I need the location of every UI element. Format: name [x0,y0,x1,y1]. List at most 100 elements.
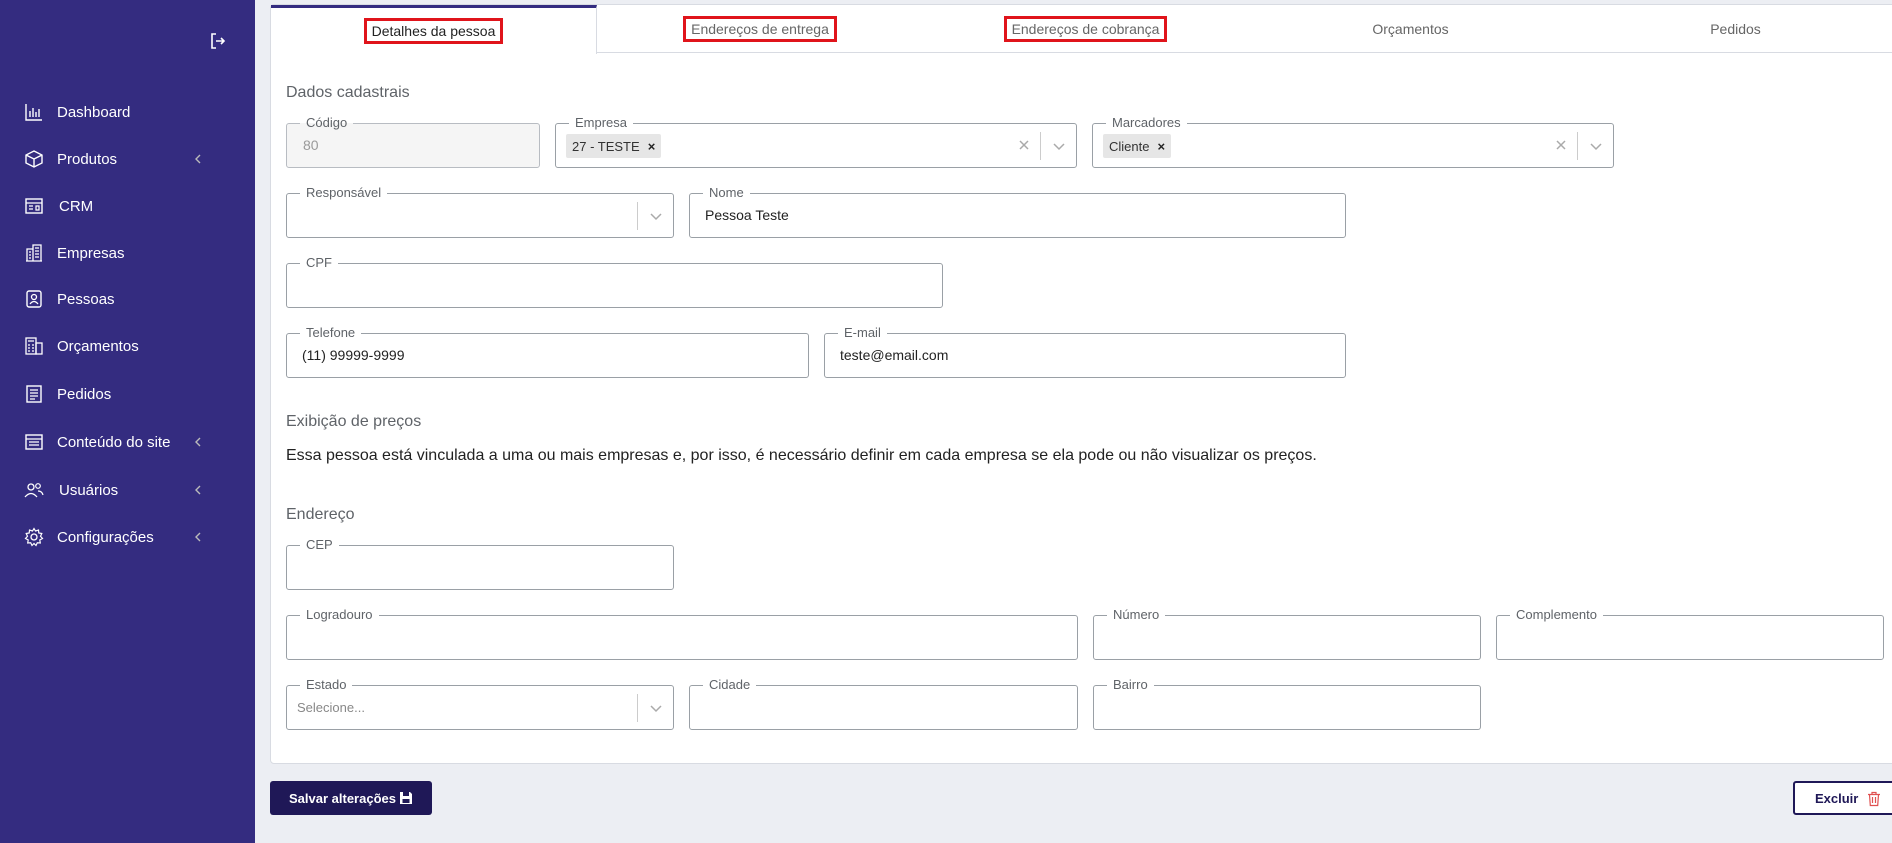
field-label: Bairro [1107,677,1154,693]
field-label: CEP [300,537,339,553]
tab-enderecos-de-entrega[interactable]: Endereços de entrega [597,5,923,53]
cidade-field[interactable]: Cidade [689,677,1078,730]
box-icon [25,150,43,168]
marcador-chip: Cliente × [1103,134,1172,158]
building-icon [26,244,42,262]
section-title-dados-cadastrais: Dados cadastrais [286,84,410,101]
calculator-icon [25,337,43,355]
sidebar-item-usuarios[interactable]: Usuários [0,470,255,510]
tab-enderecos-de-cobranca[interactable]: Endereços de cobrança [923,5,1248,53]
floppy-disk-icon [400,792,412,804]
sidebar-item-crm[interactable]: CRM [0,186,255,226]
person-icon [26,290,42,308]
chevron-left-icon [195,485,201,495]
sidebar-item-dashboard[interactable]: Dashboard [0,92,255,132]
site-icon [25,434,43,450]
clear-icon[interactable] [1553,137,1569,153]
save-button[interactable]: Salvar alterações [270,781,432,815]
cpf-field[interactable]: CPF [286,255,943,308]
delete-button-label: Excluir [1815,790,1859,806]
chart-icon [25,104,42,121]
save-button-label: Salvar alterações [289,790,396,806]
field-label: Logradouro [300,607,379,623]
sidebar-item-label: Empresas [57,244,125,262]
tab-label: Detalhes da pessoa [363,18,504,44]
crm-icon [25,198,43,214]
select-placeholder: Selecione... [297,700,365,715]
chevron-left-icon [195,437,201,447]
sidebar-item-label: CRM [59,197,94,215]
chip-label: Cliente [1109,138,1150,154]
remove-chip-icon[interactable]: × [1157,139,1165,154]
field-value: Pessoa Teste [705,207,789,223]
gear-icon [24,527,44,547]
tab-orcamentos[interactable]: Orçamentos [1248,5,1573,53]
responsavel-select[interactable]: Responsável [286,185,674,238]
chip-label: 27 - TESTE [572,138,640,154]
tab-pedidos[interactable]: Pedidos [1573,5,1892,53]
sidebar-item-pedidos[interactable]: Pedidos [0,374,255,414]
sidebar-item-pessoas[interactable]: Pessoas [0,279,255,319]
sidebar-item-conteudo-do-site[interactable]: Conteúdo do site [0,422,255,462]
person-details-panel: Detalhes da pessoa Endereços de entrega … [270,4,1892,764]
sidebar-item-configuracoes[interactable]: Configurações [0,517,255,557]
field-label: CPF [300,255,338,271]
clear-icon[interactable] [1016,137,1032,153]
field-label: Número [1107,607,1166,623]
sidebar-item-label: Orçamentos [57,337,139,355]
field-value: teste@email.com [840,347,949,363]
numero-field[interactable]: Número [1093,607,1481,660]
sidebar-item-produtos[interactable]: Produtos [0,139,255,179]
field-label: E-mail [838,325,887,341]
users-icon [24,483,44,498]
field-label: Cidade [703,677,757,693]
field-value: 80 [303,137,319,153]
chevron-down-icon[interactable] [649,209,663,223]
empresa-select[interactable]: Empresa 27 - TESTE × [555,115,1077,168]
sidebar-item-label: Pedidos [57,385,112,403]
field-label: Código [300,115,354,131]
chevron-down-icon[interactable] [1589,139,1603,153]
sidebar-item-label: Conteúdo do site [57,433,171,451]
separator [637,694,638,722]
field-label: Empresa [569,115,634,131]
separator [1040,132,1041,160]
tab-label: Pedidos [1710,21,1761,37]
tab-label: Endereços de cobrança [1003,16,1168,42]
field-value: (11) 99999-9999 [302,347,405,363]
cep-field[interactable]: CEP [286,537,674,590]
field-label: Nome [703,185,750,201]
sidebar-item-label: Dashboard [57,103,131,121]
sidebar-item-label: Produtos [57,150,118,168]
logradouro-field[interactable]: Logradouro [286,607,1078,660]
marcadores-select[interactable]: Marcadores Cliente × [1092,115,1614,168]
trash-icon [1868,791,1880,807]
tab-label: Orçamentos [1372,21,1449,37]
sidebar-item-label: Pessoas [57,290,115,308]
logout-icon[interactable] [208,31,228,51]
telefone-field[interactable]: Telefone (11) 99999-9999 [286,325,809,378]
tab-bar: Detalhes da pessoa Endereços de entrega … [271,5,1892,54]
bairro-field[interactable]: Bairro [1093,677,1481,730]
separator [637,202,638,230]
sidebar-item-label: Usuários [59,481,119,499]
email-field[interactable]: E-mail teste@email.com [824,325,1346,378]
estado-select[interactable]: Estado Selecione... [286,677,674,730]
separator [1577,132,1578,160]
tab-detalhes-da-pessoa[interactable]: Detalhes da pessoa [271,5,597,54]
complemento-field[interactable]: Complemento [1496,607,1884,660]
remove-chip-icon[interactable]: × [648,139,656,154]
nome-field[interactable]: Nome Pessoa Teste [689,185,1346,238]
field-label: Responsável [300,185,388,201]
delete-button[interactable]: Excluir [1793,781,1892,815]
sidebar-item-empresas[interactable]: Empresas [0,233,255,273]
empresa-chip: 27 - TESTE × [566,134,662,158]
chevron-down-icon[interactable] [1052,139,1066,153]
sidebar: Dashboard Produtos CRM Empresas Pessoas … [0,0,255,843]
tab-label: Endereços de entrega [683,16,837,42]
field-label: Telefone [300,325,362,341]
sidebar-item-orcamentos[interactable]: Orçamentos [0,326,255,366]
field-label: Marcadores [1106,115,1187,131]
chevron-down-icon[interactable] [649,701,663,715]
field-label: Estado [300,677,353,693]
